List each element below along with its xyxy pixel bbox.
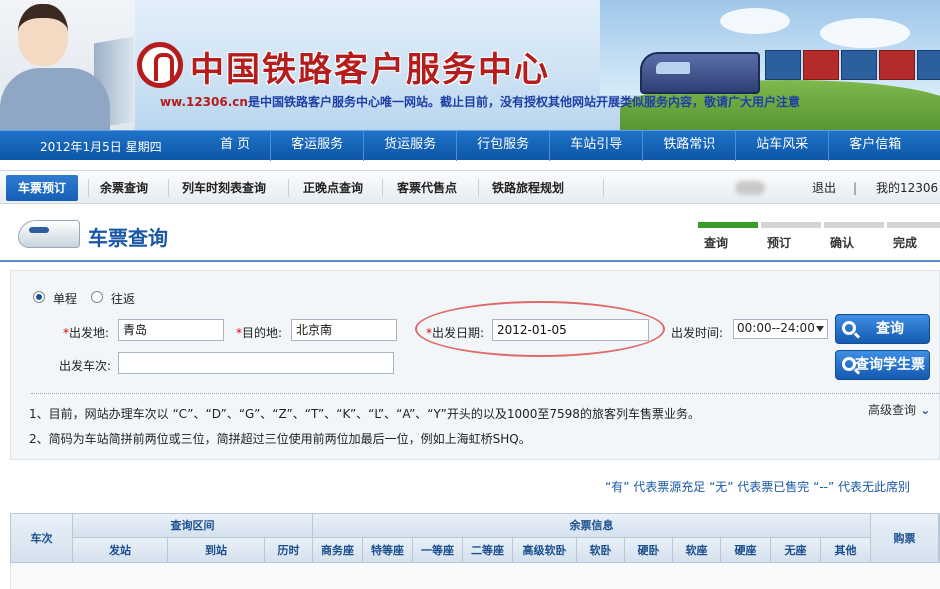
- section-divider: [0, 260, 940, 262]
- site-title: 中国铁路客户服务中心: [190, 50, 550, 90]
- round-trip-radio[interactable]: [91, 291, 103, 303]
- col-business: 商务座: [313, 538, 363, 563]
- round-trip-label: 往返: [111, 292, 136, 306]
- step-query: 查询: [698, 222, 758, 251]
- chevron-down-icon: [816, 326, 824, 332]
- nav-railway-knowledge[interactable]: 铁路常识: [642, 131, 735, 161]
- notice-text: 是中国铁路客户服务中心唯一网站。截止目前，没有授权其他网站开展类似服务内容，敬请…: [247, 95, 800, 109]
- banner-service-agent: [0, 0, 135, 130]
- time-label: 出发时间:: [671, 326, 724, 340]
- one-way-radio[interactable]: [33, 291, 45, 303]
- banner-container: [917, 50, 940, 80]
- tab-punctuality[interactable]: 正晚点查询: [303, 175, 363, 201]
- tab-ticket-agencies[interactable]: 客票代售点: [397, 175, 457, 201]
- departure-date-input[interactable]: 2012-01-05: [492, 319, 649, 341]
- section-header: 车票查询 查询 预订 确认 完成: [0, 208, 940, 260]
- col-other: 其他: [821, 538, 871, 563]
- subnav-divider: |: [853, 181, 858, 195]
- banner-notice: ww.12306.cn是中国铁路客户服务中心唯一网站。截止目前，没有授权其他网站…: [160, 93, 800, 110]
- note-2: 2、简码为车站简拼前两位或三位，简拼超过三位使用前两位加最后一位，例如上海虹桥S…: [29, 432, 531, 446]
- col-hard-seat: 硬座: [721, 538, 771, 563]
- col-no-seat: 无座: [771, 538, 821, 563]
- col-from: 发站: [73, 538, 168, 563]
- student-ticket-search-button[interactable]: 查询学生票: [835, 350, 930, 380]
- note-1: 1、目前，网站办理车次以 “C”、“D”、“G”、“Z”、“T”、“K”、“L”…: [29, 407, 700, 421]
- advanced-search-link[interactable]: 高级查询 ⌄: [868, 401, 930, 418]
- query-form: 单程 往返 *出发地: 青岛 *目的地: 北京南 *出发日期: 2012-01-…: [10, 270, 940, 460]
- tab-timetable[interactable]: 列车时刻表查询: [182, 175, 266, 201]
- page-title: 车票查询: [88, 226, 168, 250]
- search-icon: [842, 321, 856, 335]
- to-station-input[interactable]: 北京南: [291, 319, 397, 341]
- step-booking: 预订: [761, 222, 821, 251]
- col-group-seats: 余票信息: [313, 514, 871, 538]
- col-train-no: 车次: [11, 514, 73, 563]
- train-no-label: 出发车次:: [59, 359, 112, 373]
- nav-passenger-service[interactable]: 客运服务: [270, 131, 363, 161]
- nav-station-guide[interactable]: 车站引导: [549, 131, 642, 161]
- col-first-class: 一等座: [413, 538, 463, 563]
- col-soft-sleeper: 软卧: [577, 538, 625, 563]
- col-hard-sleeper: 硬卧: [625, 538, 673, 563]
- banner-container: [879, 50, 915, 80]
- col-special: 特等座: [363, 538, 413, 563]
- one-way-label: 单程: [53, 292, 78, 306]
- departure-time-select[interactable]: 00:00--24:00: [733, 319, 828, 339]
- date-label: *出发日期:: [426, 326, 485, 340]
- col-to: 到站: [168, 538, 265, 563]
- train-no-input[interactable]: [118, 352, 394, 374]
- availability-legend: “有” 代表票源充足 “无” 代表票已售完 “--” 代表无此席别: [605, 480, 911, 494]
- from-station-input[interactable]: 青岛: [118, 319, 224, 341]
- main-navbar: 2012年1月5日 星期四 首 页 客运服务 货运服务 行包服务 车站引导 铁路…: [0, 130, 940, 161]
- banner-container: [841, 50, 877, 80]
- tab-journey-planner[interactable]: 铁路旅程规划: [492, 175, 564, 201]
- tab-remaining-tickets[interactable]: 余票查询: [100, 175, 148, 201]
- nav-customer-mailbox[interactable]: 客户信箱: [828, 131, 921, 161]
- railway-logo-icon[interactable]: [137, 42, 183, 88]
- results-table-body: [10, 563, 940, 589]
- banner-container: [803, 50, 839, 80]
- col-group-range: 查询区间: [73, 514, 313, 538]
- notice-url: ww.12306.cn: [160, 95, 248, 109]
- nav-luggage-service[interactable]: 行包服务: [456, 131, 549, 161]
- col-duration: 历时: [265, 538, 313, 563]
- logout-link[interactable]: 退出: [812, 175, 836, 201]
- nav-station-gallery[interactable]: 站车风采: [735, 131, 828, 161]
- nav-home[interactable]: 首 页: [200, 131, 270, 161]
- col-deluxe-soft-sleeper: 高级软卧: [513, 538, 577, 563]
- col-second-class: 二等座: [463, 538, 513, 563]
- user-name-blurred: [735, 181, 765, 195]
- results-table-header: 车次 查询区间 发站 到站 历时 余票信息 商务座 特等座 一等座 二等座 高级…: [10, 513, 940, 563]
- bullet-train-icon: [18, 220, 80, 248]
- col-soft-seat: 软座: [673, 538, 721, 563]
- my-12306-link[interactable]: 我的12306: [876, 175, 938, 201]
- search-icon: [842, 357, 856, 371]
- current-date: 2012年1月5日 星期四: [40, 140, 162, 154]
- banner-container: [765, 50, 801, 80]
- step-confirm: 确认: [824, 222, 884, 251]
- nav-freight-service[interactable]: 货运服务: [363, 131, 456, 161]
- double-chevron-down-icon: ⌄: [916, 403, 931, 417]
- dotted-divider: [31, 393, 940, 394]
- banner-cloud: [720, 8, 790, 34]
- banner-cloud: [820, 18, 910, 48]
- col-buy: 购票: [871, 514, 939, 563]
- step-complete: 完成: [887, 222, 940, 251]
- progress-steps: 查询 预订 确认 完成: [698, 222, 940, 251]
- from-label: *出发地:: [63, 326, 110, 340]
- tab-ticket-booking[interactable]: 车票预订: [6, 175, 79, 201]
- sub-navbar: 车票预订 余票查询 列车时刻表查询 正晚点查询 客票代售点 铁路旅程规划 退出 …: [0, 170, 940, 204]
- search-button[interactable]: 查询: [835, 314, 930, 344]
- to-label: *目的地:: [236, 326, 283, 340]
- banner-train: [640, 52, 760, 94]
